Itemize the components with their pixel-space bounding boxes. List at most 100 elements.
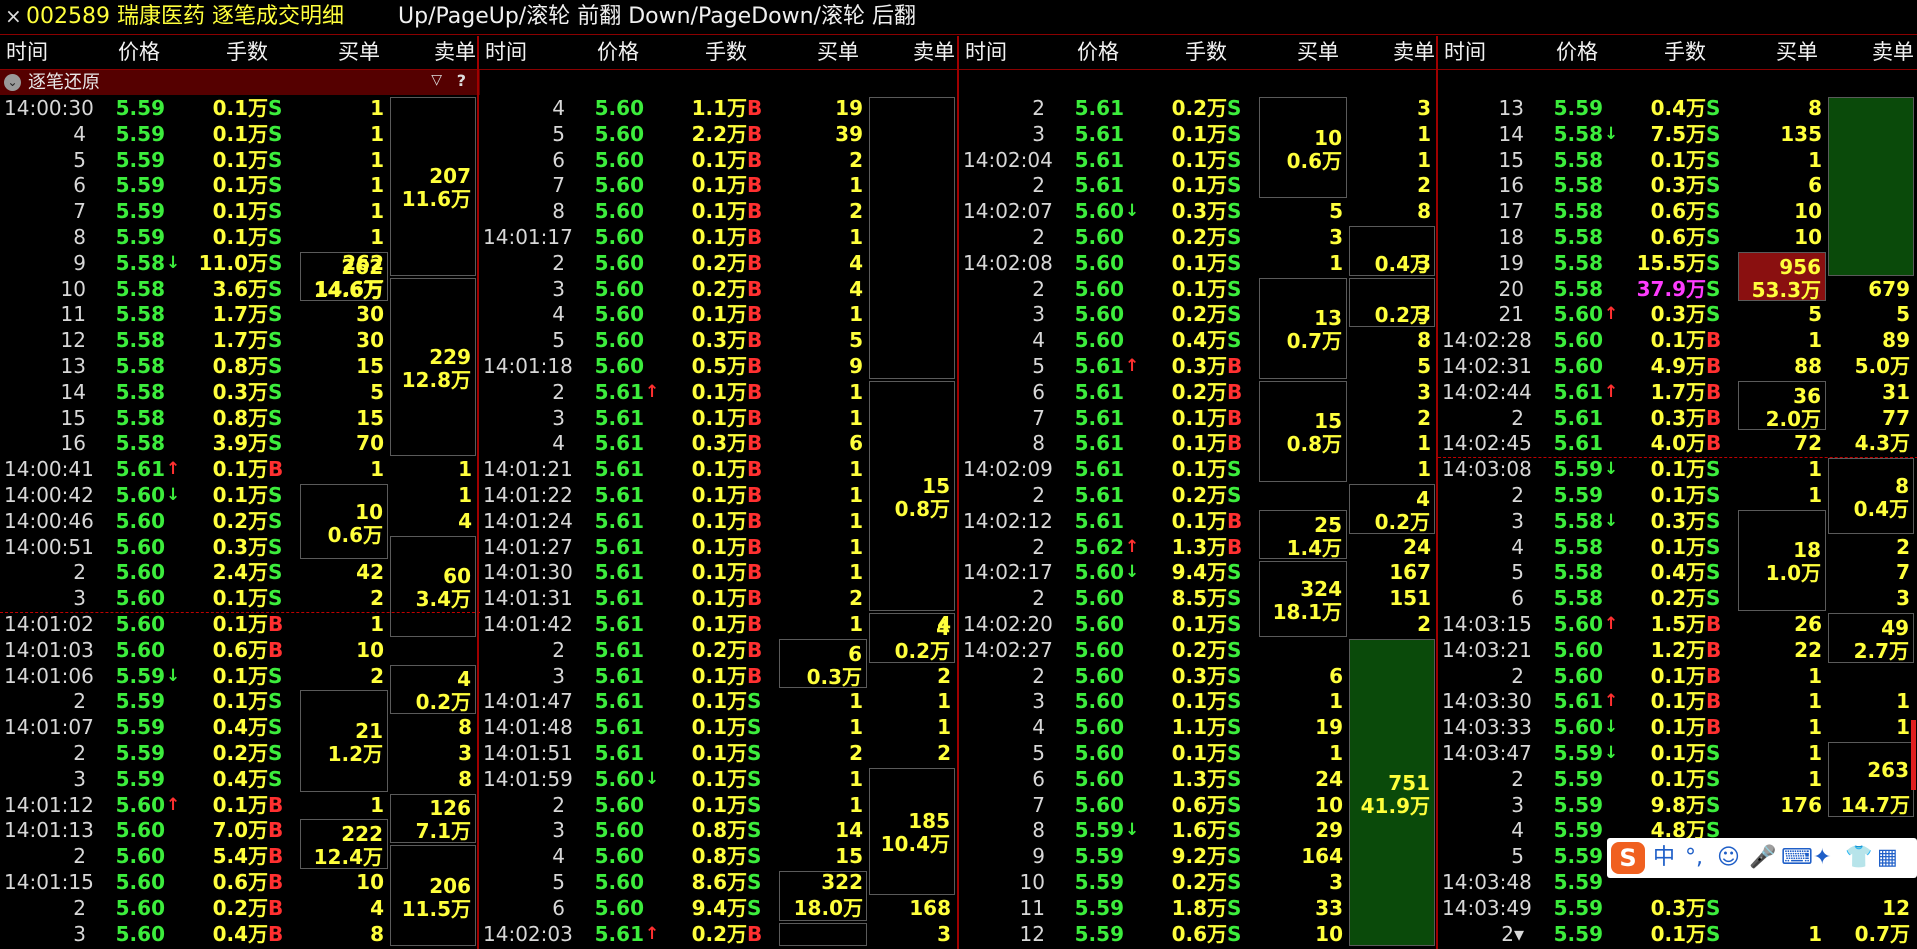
trade-row[interactable]: 2 5.59 0.1万 S 1 bbox=[1438, 483, 1917, 508]
trade-row[interactable]: 7 5.59 0.1万 S 1 bbox=[0, 199, 480, 224]
trade-row[interactable]: 3 5.60 0.2万 S 3 bbox=[959, 302, 1439, 327]
trade-row[interactable]: 15 5.58 0.1万 S 1 bbox=[1438, 148, 1917, 173]
trade-row[interactable]: 4 5.60 0.4万 S 8 bbox=[959, 328, 1439, 353]
trade-row[interactable]: 14:01:21 5.61 0.1万 B 1 bbox=[479, 457, 959, 482]
trade-row[interactable]: 14 5.58 ↓ 7.5万 S 135 bbox=[1438, 122, 1917, 147]
trade-row[interactable]: 11 5.58 1.7万 S 30 bbox=[0, 302, 480, 327]
trade-row[interactable]: 4 5.61 0.3万 B 6 bbox=[479, 431, 959, 456]
collapse-toggle-icon[interactable]: ⌄ bbox=[4, 74, 21, 91]
trade-row[interactable]: 2 5.59 0.1万 S 1 bbox=[1438, 767, 1917, 792]
trade-row[interactable]: 11 5.59 1.8万 S 33 bbox=[959, 896, 1439, 921]
trade-row[interactable]: 14:01:59 5.60 ↓ 0.1万 S 1 bbox=[479, 767, 959, 792]
trade-row[interactable]: 9 5.58 ↓ 11.0万 S 262 bbox=[0, 251, 480, 276]
trade-row[interactable]: 3 5.60 0.1万 S 1 bbox=[959, 689, 1439, 714]
trade-row[interactable]: 3 5.60 0.1万 S 2 bbox=[0, 586, 480, 611]
trade-row[interactable]: 16 5.58 0.3万 S 6 bbox=[1438, 173, 1917, 198]
ime-item-icon[interactable]: ✦ bbox=[1813, 844, 1831, 872]
trade-row[interactable]: 2 5.61 0.3万 B 77 bbox=[1438, 406, 1917, 431]
trade-row[interactable]: 8 5.60 0.1万 B 2 bbox=[479, 199, 959, 224]
close-icon[interactable]: × bbox=[5, 4, 22, 28]
trade-row[interactable]: 14:02:04 5.61 0.1万 S 1 bbox=[959, 148, 1439, 173]
trade-row[interactable]: 5 5.60 0.3万 B 5 bbox=[479, 328, 959, 353]
trade-row[interactable]: 14:01:51 5.61 0.1万 S 2 2 bbox=[479, 741, 959, 766]
trade-row[interactable]: 6 5.59 0.1万 S 1 bbox=[0, 173, 480, 198]
trade-row[interactable]: 15 5.58 0.8万 S 15 bbox=[0, 406, 480, 431]
ime-item-icon[interactable]: 中 bbox=[1653, 844, 1675, 872]
ime-toolbar[interactable]: S 中 °, ☺ 🎤 ⌨ ✦ 👕 ▦ bbox=[1607, 838, 1917, 878]
trade-row[interactable]: 2 5.59 0.2万 S 3 bbox=[0, 741, 480, 766]
trade-row[interactable]: 14:01:18 5.60 0.5万 B 9 bbox=[479, 354, 959, 379]
restore-trades-label[interactable]: 逐笔还原 bbox=[28, 71, 100, 94]
trade-row[interactable]: 14:01:07 5.59 0.4万 S 8 bbox=[0, 715, 480, 740]
trade-row[interactable]: 14:03:33 5.60 ↓ 0.1万 B 1 1 bbox=[1438, 715, 1917, 740]
trade-row[interactable]: 13 5.59 0.4万 S 8 bbox=[1438, 96, 1917, 121]
trade-row[interactable]: 14:02:12 5.61 0.1万 B bbox=[959, 509, 1439, 534]
trade-row[interactable]: 5 5.59 0.1万 S 1 bbox=[0, 148, 480, 173]
help-icon[interactable]: ? bbox=[457, 71, 466, 90]
trade-row[interactable]: 5 5.60 8.6万 S 322 bbox=[479, 870, 959, 895]
trade-row[interactable]: 10 5.58 3.6万 S 14.6万 bbox=[0, 277, 480, 302]
trade-row[interactable]: 7 5.60 0.6万 S 10 bbox=[959, 793, 1439, 818]
trade-row[interactable]: 20 5.58 37.9万 S 679 bbox=[1438, 277, 1917, 302]
trade-row[interactable]: 4 5.59 0.1万 S 1 bbox=[0, 122, 480, 147]
trade-row[interactable]: 6 5.60 0.1万 B 2 bbox=[479, 148, 959, 173]
trade-row[interactable]: 3 5.60 0.8万 S 14 bbox=[479, 818, 959, 843]
trade-row[interactable]: 6 5.61 0.2万 B 3 bbox=[959, 380, 1439, 405]
trade-row[interactable]: 14:02:08 5.60 0.1万 S 1 3 bbox=[959, 251, 1439, 276]
trade-row[interactable]: 14:03:47 5.59 ↓ 0.1万 S 1 bbox=[1438, 741, 1917, 766]
trade-row[interactable]: 2 5.60 8.5万 S 151 bbox=[959, 586, 1439, 611]
trade-row[interactable]: 21 5.60 ↑ 0.3万 S 5 5 bbox=[1438, 302, 1917, 327]
trade-row[interactable]: 14:01:27 5.61 0.1万 B 1 bbox=[479, 535, 959, 560]
trade-row[interactable]: 10 5.59 0.2万 S 3 bbox=[959, 870, 1439, 895]
trade-row[interactable]: 14:01:47 5.61 0.1万 S 1 1 bbox=[479, 689, 959, 714]
trade-row[interactable]: 14:01:48 5.61 0.1万 S 1 1 bbox=[479, 715, 959, 740]
ime-item-icon[interactable]: ⌨ bbox=[1781, 844, 1813, 872]
trade-row[interactable]: 14:01:22 5.61 0.1万 B 1 bbox=[479, 483, 959, 508]
trade-row[interactable]: 2 5.60 0.3万 S 6 bbox=[959, 664, 1439, 689]
trade-row[interactable]: 14 5.58 0.3万 S 5 bbox=[0, 380, 480, 405]
trade-row[interactable]: 14:01:17 5.60 0.1万 B 1 bbox=[479, 225, 959, 250]
trade-row[interactable]: 9 5.59 9.2万 S 164 bbox=[959, 844, 1439, 869]
trade-row[interactable]: 14:02:45 5.61 4.0万 B 72 4.3万 bbox=[1438, 431, 1917, 456]
trade-row[interactable]: 13 5.58 0.8万 S 15 bbox=[0, 354, 480, 379]
trade-row[interactable]: 2 5.60 0.1万 S bbox=[959, 277, 1439, 302]
trade-row[interactable]: 16 5.58 3.9万 S 70 bbox=[0, 431, 480, 456]
trade-row[interactable]: 6 5.60 1.3万 S 24 bbox=[959, 767, 1439, 792]
trade-row[interactable]: 2 5.61 0.2万 B bbox=[479, 638, 959, 663]
trade-row[interactable]: 14:02:17 5.60 ↓ 9.4万 S 167 bbox=[959, 560, 1439, 585]
trade-row[interactable]: 8 5.59 0.1万 S 1 bbox=[0, 225, 480, 250]
trade-row[interactable]: 2 5.61 0.2万 S 3 bbox=[959, 96, 1439, 121]
trade-row[interactable]: 2 5.59 0.1万 S bbox=[0, 689, 480, 714]
trade-row[interactable]: 6 5.58 0.2万 S 3 bbox=[1438, 586, 1917, 611]
trade-row[interactable]: 14:00:41 5.61 ↑ 0.1万 B 1 1 bbox=[0, 457, 480, 482]
trade-row[interactable]: 4 5.60 0.8万 S 15 bbox=[479, 844, 959, 869]
trade-row[interactable]: 18 5.58 0.6万 S 10 bbox=[1438, 225, 1917, 250]
trade-row[interactable]: 19 5.58 15.5万 S bbox=[1438, 251, 1917, 276]
trade-row[interactable]: 5 5.60 2.2万 B 39 bbox=[479, 122, 959, 147]
trade-row[interactable]: 2 5.60 5.4万 B bbox=[0, 844, 480, 869]
trade-row[interactable]: 14:03:21 5.60 1.2万 B 22 bbox=[1438, 638, 1917, 663]
trade-row[interactable]: 7 5.60 0.1万 B 1 bbox=[479, 173, 959, 198]
trade-row[interactable]: 14:01:42 5.61 0.1万 B 1 4 bbox=[479, 612, 959, 637]
trade-row[interactable]: 12 5.59 0.6万 S 10 bbox=[959, 922, 1439, 947]
trade-row[interactable]: 2▾ 5.59 0.1万 S 1 0.7万 bbox=[1438, 922, 1917, 947]
trade-row[interactable]: 3 5.61 0.1万 B 2 bbox=[479, 664, 959, 689]
trade-row[interactable]: 7 5.61 0.1万 B 2 bbox=[959, 406, 1439, 431]
trade-row[interactable]: 3 5.61 0.1万 B 1 bbox=[479, 406, 959, 431]
trade-row[interactable]: 4 5.60 1.1万 S 19 bbox=[959, 715, 1439, 740]
trade-row[interactable]: 2 5.61 ↑ 0.1万 B 1 bbox=[479, 380, 959, 405]
trade-row[interactable]: 14:00:51 5.60 0.3万 S bbox=[0, 535, 480, 560]
trade-row[interactable]: 2 5.60 0.2万 B 4 bbox=[479, 251, 959, 276]
trade-row[interactable]: 8 5.61 0.1万 B 1 bbox=[959, 431, 1439, 456]
trade-row[interactable]: 14:02:20 5.60 0.1万 S 2 bbox=[959, 612, 1439, 637]
trade-row[interactable]: 3 5.59 9.8万 S 176 14.7万 bbox=[1438, 793, 1917, 818]
trade-row[interactable]: 2 5.60 0.2万 B 4 bbox=[0, 896, 480, 921]
trade-row[interactable]: 5 5.61 ↑ 0.3万 B 5 bbox=[959, 354, 1439, 379]
trade-row[interactable]: 6 5.60 9.4万 S 18.0万 168 bbox=[479, 896, 959, 921]
trade-row[interactable]: 2 5.60 0.1万 S 1 bbox=[479, 793, 959, 818]
ime-item-icon[interactable]: ▦ bbox=[1877, 844, 1898, 872]
trade-row[interactable]: 14:03:30 5.61 ↑ 0.1万 B 1 1 bbox=[1438, 689, 1917, 714]
trade-row[interactable]: 4 5.60 1.1万 B 19 bbox=[479, 96, 959, 121]
ime-item-icon[interactable]: °, bbox=[1685, 844, 1703, 872]
sogou-logo-icon[interactable]: S bbox=[1611, 842, 1645, 874]
